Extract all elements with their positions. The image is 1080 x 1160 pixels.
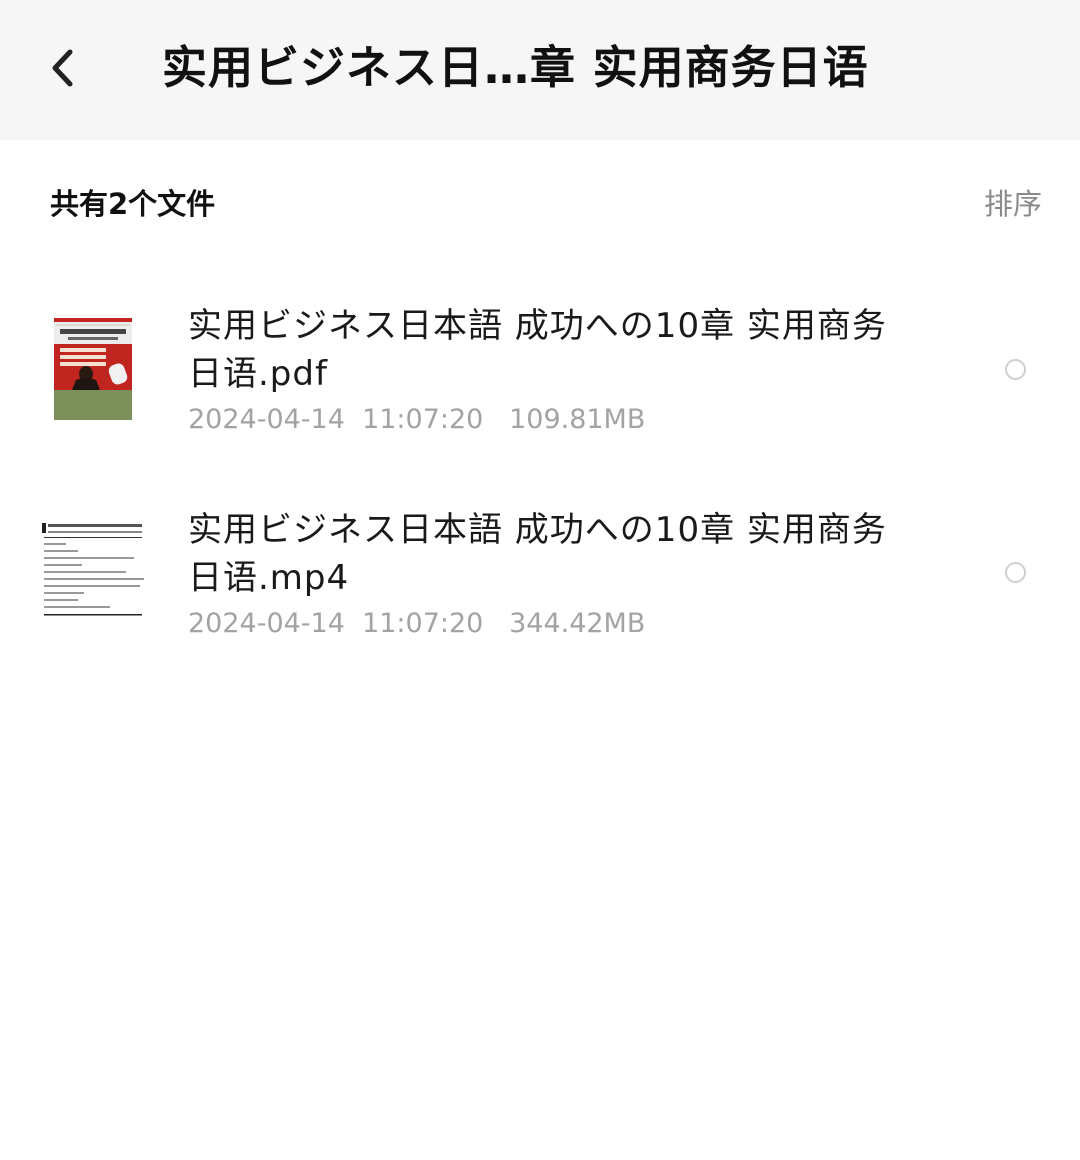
file-meta: 2024-04-14 11:07:20 344.42MB: [188, 608, 646, 639]
file-name-line-1: 实用ビジネス日本語 成功への10章 实用商务: [188, 510, 887, 550]
file-row-mp4[interactable]: 实用ビジネス日本語 成功への10章 实用商务 日语.mp4 2024-04-14…: [0, 484, 1080, 674]
back-button[interactable]: [40, 44, 88, 92]
pdf-thumbnail: [42, 318, 146, 422]
page-title: 实用ビジネス日…章 实用商务日语: [162, 41, 869, 94]
file-meta: 2024-04-14 11:07:20 109.81MB: [188, 404, 646, 435]
top-bar: 实用ビジネス日…章 实用商务日语: [0, 0, 1080, 140]
select-radio[interactable]: [1005, 359, 1026, 380]
select-radio[interactable]: [1005, 562, 1026, 583]
file-name-line-2: 日语.mp4: [188, 558, 350, 598]
video-thumbnail: [42, 518, 146, 622]
file-name: 实用ビジネス日本語 成功への10章 实用商务 日语.mp4: [188, 506, 918, 602]
file-name: 实用ビジネス日本語 成功への10章 实用商务 日语.pdf: [188, 302, 918, 398]
file-name-line-2: 日语.pdf: [188, 354, 328, 394]
chevron-left-icon: [52, 49, 73, 87]
file-row-pdf[interactable]: 实用ビジネス日本語 成功への10章 实用商务 日语.pdf 2024-04-14…: [0, 280, 1080, 470]
file-name-line-1: 实用ビジネス日本語 成功への10章 实用商务: [188, 306, 887, 346]
book-cover-image: [54, 318, 132, 420]
document-page-image: [42, 518, 146, 622]
sort-button[interactable]: 排序: [984, 184, 1042, 224]
file-count-label: 共有2个文件: [50, 187, 216, 221]
